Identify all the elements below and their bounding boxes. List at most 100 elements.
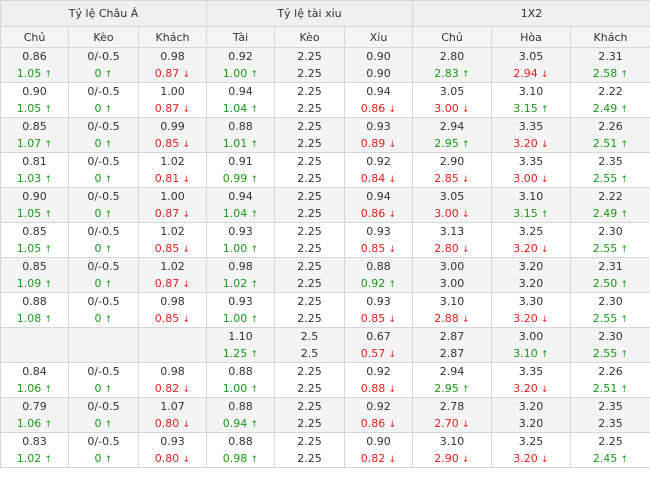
opening-odds: 0/-0.5 (87, 365, 120, 378)
opening-odds: 3.13 (439, 225, 465, 238)
current-odds: 0.99 (222, 172, 248, 185)
odds-cell: 2.35 2.35 (570, 397, 650, 433)
current-odds-line: 0.85 ↓ (345, 240, 412, 257)
opening-odds: 0.93 (228, 295, 253, 308)
odds-cell: 3.35 3.00 ↓ (491, 152, 572, 188)
arrow-up-icon: ↑ (44, 315, 53, 325)
current-odds-line: 1.06 ↑ (1, 415, 68, 432)
opening-odds: 0.92 (366, 400, 391, 413)
opening-odds: 2.25 (297, 120, 322, 133)
opening-odds: 0/-0.5 (87, 295, 120, 308)
opening-odds: 2.80 (439, 50, 465, 63)
opening-odds: 0.94 (366, 85, 391, 98)
current-odds: 0.87 (154, 102, 180, 115)
arrow-up-icon: ↑ (104, 175, 113, 185)
current-odds-line: 0.85 ↓ (139, 240, 206, 257)
opening-odds: 2.30 (598, 330, 623, 343)
current-odds: 0.87 (154, 277, 180, 290)
current-odds: 1.02 (16, 452, 42, 465)
arrow-down-icon: ↓ (182, 245, 191, 255)
current-odds-line: 2.55 ↑ (571, 310, 650, 327)
current-odds: 2.55 (592, 172, 618, 185)
current-odds-line: 3.20 (492, 415, 570, 432)
arrow-up-icon: ↑ (44, 280, 53, 290)
current-odds-line: 2.25 (275, 205, 344, 222)
current-odds: 0.85 (154, 312, 180, 325)
opening-odds: 2.25 (297, 190, 322, 203)
odds-cell: 0.99 0.85 ↓ (137, 117, 208, 153)
opening-odds: 2.25 (297, 295, 322, 308)
opening-odds: 3.10 (439, 435, 465, 448)
current-odds: 1.05 (16, 67, 42, 80)
arrow-down-icon: ↓ (388, 210, 397, 220)
arrow-up-icon: ↑ (250, 105, 259, 115)
opening-odds: 0/-0.5 (87, 155, 120, 168)
group-header-row: Tỷ lệ Châu Á Tỷ lệ tài xỉu 1X2 (0, 0, 650, 27)
current-odds-line: 1.09 ↑ (1, 275, 68, 292)
arrow-down-icon: ↓ (182, 210, 191, 220)
arrow-up-icon: ↑ (104, 280, 113, 290)
arrow-up-icon: ↑ (250, 350, 259, 360)
opening-odds: 0.88 (22, 295, 47, 308)
current-odds-line: 3.00 ↓ (413, 100, 491, 117)
current-odds-line: 3.20 (492, 275, 570, 292)
opening-odds: 3.10 (439, 295, 465, 308)
current-odds: 2.25 (297, 382, 322, 395)
arrow-down-icon: ↓ (462, 245, 470, 255)
current-odds-line: 1.05 ↑ (1, 205, 68, 222)
group-header-1x2: 1X2 (412, 0, 650, 27)
current-odds: 0.92 (360, 277, 386, 290)
odds-row: 0.79 1.06 ↑ 0/-0.5 0 ↑ 1.07 0.80 ↓ 0.88 0.94 ↑ 2.25 2… (0, 397, 650, 433)
arrow-up-icon: ↑ (250, 280, 259, 290)
current-odds: 1.00 (222, 242, 248, 255)
current-odds-line: 2.80 ↓ (413, 240, 491, 257)
odds-cell: 2.5 2.5 (274, 327, 346, 363)
odds-cell: 2.87 2.87 (412, 327, 493, 363)
opening-odds: 0.88 (228, 400, 253, 413)
current-odds: 2.88 (434, 312, 459, 325)
opening-odds: 3.00 (439, 260, 465, 273)
arrow-up-icon: ↑ (104, 105, 113, 115)
current-odds-line: 1.02 ↑ (207, 275, 274, 292)
arrow-down-icon: ↓ (541, 315, 549, 325)
current-odds: 2.25 (297, 417, 322, 430)
opening-odds: 2.22 (598, 190, 623, 203)
current-odds: 0 (94, 67, 102, 80)
current-odds: 0.90 (366, 67, 391, 80)
current-odds-line: 3.15 ↑ (492, 205, 570, 222)
arrow-up-icon: ↑ (620, 140, 629, 150)
current-odds-line: 2.25 (275, 240, 344, 257)
opening-odds: 2.94 (439, 120, 465, 133)
odds-cell: 0.88 0.94 ↑ (206, 397, 276, 433)
odds-cell: 3.20 3.20 (491, 397, 572, 433)
current-odds: 2.55 (592, 347, 618, 360)
opening-odds: 3.05 (439, 190, 465, 203)
arrow-up-icon: ↑ (104, 455, 113, 465)
arrow-up-icon: ↑ (462, 70, 470, 80)
odds-cell: 0.88 1.01 ↑ (206, 117, 276, 153)
odds-cell: 0/-0.5 0 ↑ (68, 187, 139, 223)
current-odds: 2.25 (297, 207, 322, 220)
current-odds-line: 2.5 (275, 345, 344, 362)
opening-odds: 0.92 (366, 365, 391, 378)
opening-odds: 0.85 (22, 225, 47, 238)
arrow-up-icon: ↑ (250, 245, 259, 255)
odds-cell: 3.30 3.20 ↓ (491, 292, 572, 328)
arrow-up-icon: ↑ (620, 385, 629, 395)
current-odds: 1.04 (222, 207, 248, 220)
column-header-draw: Hòa (491, 26, 572, 48)
current-odds-line: 1.00 ↑ (207, 240, 274, 257)
column-header-row: Chủ Kèo Khách Tài Kèo Xỉu Chủ Hòa Khách (0, 26, 650, 48)
current-odds: 1.00 (222, 382, 248, 395)
current-odds: 0.80 (154, 452, 180, 465)
opening-odds: 0.67 (366, 330, 391, 343)
current-odds-line: 2.94 ↓ (492, 65, 570, 82)
arrow-down-icon: ↓ (182, 420, 191, 430)
opening-odds: 0.90 (22, 85, 47, 98)
odds-cell: 0/-0.5 0 ↑ (68, 362, 139, 398)
odds-cell: 0.93 1.00 ↑ (206, 222, 276, 258)
current-odds: 2.25 (297, 277, 322, 290)
odds-cell: 0.91 0.99 ↑ (206, 152, 276, 188)
current-odds: 3.15 (513, 207, 538, 220)
opening-odds: 0.81 (22, 155, 47, 168)
